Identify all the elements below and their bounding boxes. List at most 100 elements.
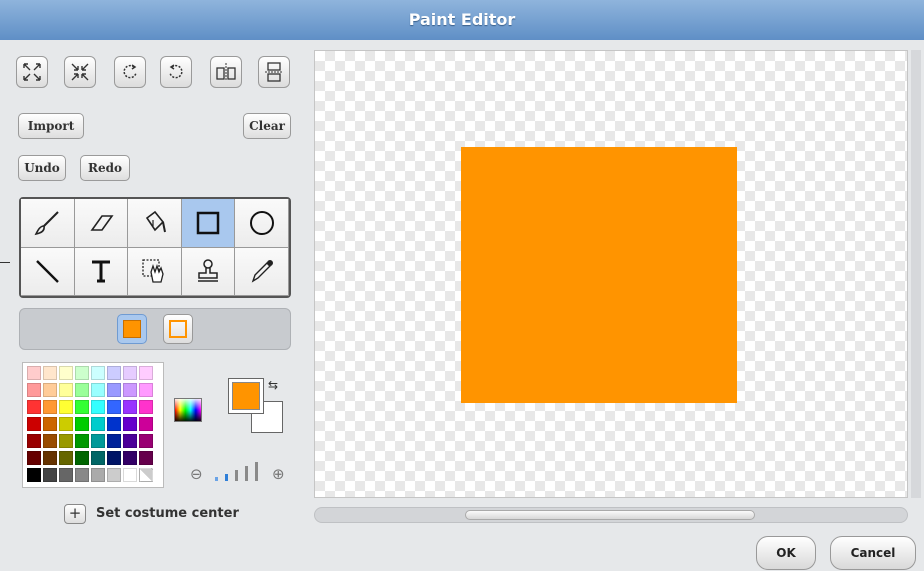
pen-size-5[interactable] <box>255 462 258 481</box>
tool-eraser[interactable] <box>74 199 129 248</box>
rotate-right-icon[interactable] <box>160 56 192 88</box>
flip-horizontal-icon[interactable] <box>210 56 242 88</box>
clear-button[interactable]: Clear <box>243 113 291 139</box>
zoom-in-icon[interactable]: ⊕ <box>272 465 285 483</box>
tool-text[interactable] <box>74 247 129 296</box>
palette-swatch[interactable] <box>139 451 153 465</box>
palette-swatch[interactable] <box>123 417 137 431</box>
palette-swatch[interactable] <box>107 400 121 414</box>
palette-swatch[interactable] <box>59 400 73 414</box>
palette-swatch[interactable] <box>123 434 137 448</box>
palette-swatch[interactable] <box>91 417 105 431</box>
tool-select[interactable] <box>128 247 182 296</box>
pen-size-1[interactable] <box>215 477 218 481</box>
palette-swatch[interactable] <box>139 383 153 397</box>
palette-swatch[interactable] <box>59 383 73 397</box>
pen-size-4[interactable] <box>245 466 248 481</box>
palette-swatch[interactable] <box>59 451 73 465</box>
palette-swatch[interactable] <box>43 434 57 448</box>
palette-swatch[interactable] <box>75 451 89 465</box>
palette-swatch[interactable] <box>123 400 137 414</box>
solid-fill-option[interactable] <box>117 314 147 344</box>
palette-swatch[interactable] <box>123 366 137 380</box>
palette-swatch[interactable] <box>139 400 153 414</box>
palette-swatch[interactable] <box>139 417 153 431</box>
foreground-color-swatch[interactable] <box>232 382 260 410</box>
palette-swatch[interactable] <box>27 400 41 414</box>
palette-swatch[interactable] <box>91 434 105 448</box>
horizontal-scroll-thumb[interactable] <box>465 510 755 520</box>
tool-line[interactable] <box>21 247 75 296</box>
palette-swatch[interactable] <box>91 468 105 482</box>
palette-swatch[interactable] <box>27 451 41 465</box>
orange-rectangle-shape[interactable] <box>461 147 737 403</box>
tool-paintbrush[interactable] <box>21 199 75 248</box>
palette-swatch[interactable] <box>107 468 121 482</box>
grow-icon[interactable] <box>16 56 48 88</box>
palette-swatch[interactable] <box>107 417 121 431</box>
tool-stamp[interactable] <box>181 247 236 296</box>
import-button[interactable]: Import <box>18 113 84 139</box>
rotate-left-icon[interactable] <box>114 56 146 88</box>
palette-swatch[interactable] <box>91 366 105 380</box>
pen-size-3[interactable] <box>235 470 238 481</box>
palette-swatch[interactable] <box>27 468 41 482</box>
tool-eyedropper[interactable] <box>235 247 289 296</box>
outline-option[interactable] <box>163 314 193 344</box>
palette-swatch[interactable] <box>27 366 41 380</box>
tool-rectangle[interactable] <box>181 199 236 248</box>
palette-swatch[interactable] <box>75 400 89 414</box>
palette-swatch[interactable] <box>75 417 89 431</box>
palette-swatch[interactable] <box>123 468 137 482</box>
stamp-icon <box>198 259 219 282</box>
palette-swatch[interactable] <box>107 434 121 448</box>
palette-swatch[interactable] <box>91 451 105 465</box>
palette-swatch[interactable] <box>107 366 121 380</box>
shrink-icon[interactable] <box>64 56 96 88</box>
palette-swatch[interactable] <box>59 417 73 431</box>
ellipse-icon <box>249 210 274 235</box>
palette-swatch[interactable] <box>139 468 153 482</box>
color-spectrum-picker[interactable] <box>174 398 202 422</box>
horizontal-scrollbar[interactable] <box>314 507 908 523</box>
undo-button[interactable]: Undo <box>18 155 66 181</box>
palette-swatch[interactable] <box>59 366 73 380</box>
palette-swatch[interactable] <box>43 400 57 414</box>
pen-size-2[interactable] <box>225 474 228 481</box>
palette-swatch[interactable] <box>75 383 89 397</box>
palette-swatch[interactable] <box>75 468 89 482</box>
palette-swatch[interactable] <box>75 434 89 448</box>
flip-vertical-icon[interactable] <box>258 56 290 88</box>
set-center-button[interactable]: + <box>64 504 86 524</box>
ok-button[interactable]: OK <box>756 536 816 570</box>
color-palette <box>22 362 164 488</box>
palette-swatch[interactable] <box>27 434 41 448</box>
palette-swatch[interactable] <box>43 417 57 431</box>
drawing-canvas[interactable] <box>314 50 908 498</box>
palette-swatch[interactable] <box>75 366 89 380</box>
palette-swatch[interactable] <box>139 366 153 380</box>
palette-swatch[interactable] <box>43 366 57 380</box>
tool-ellipse[interactable] <box>235 199 289 248</box>
palette-swatch[interactable] <box>43 468 57 482</box>
fill-mode-bar <box>19 308 291 350</box>
palette-swatch[interactable] <box>59 468 73 482</box>
redo-button[interactable]: Redo <box>80 155 130 181</box>
vertical-scrollbar[interactable] <box>911 50 921 498</box>
palette-swatch[interactable] <box>91 383 105 397</box>
palette-swatch[interactable] <box>27 383 41 397</box>
swap-colors-icon[interactable]: ⇆ <box>268 378 278 392</box>
palette-swatch[interactable] <box>123 383 137 397</box>
zoom-out-icon[interactable]: ⊖ <box>190 465 203 483</box>
palette-swatch[interactable] <box>107 451 121 465</box>
palette-swatch[interactable] <box>139 434 153 448</box>
palette-swatch[interactable] <box>91 400 105 414</box>
palette-swatch[interactable] <box>123 451 137 465</box>
palette-swatch[interactable] <box>27 417 41 431</box>
tool-fill[interactable] <box>128 199 182 248</box>
palette-swatch[interactable] <box>43 451 57 465</box>
palette-swatch[interactable] <box>43 383 57 397</box>
cancel-button[interactable]: Cancel <box>830 536 916 570</box>
palette-swatch[interactable] <box>59 434 73 448</box>
palette-swatch[interactable] <box>107 383 121 397</box>
